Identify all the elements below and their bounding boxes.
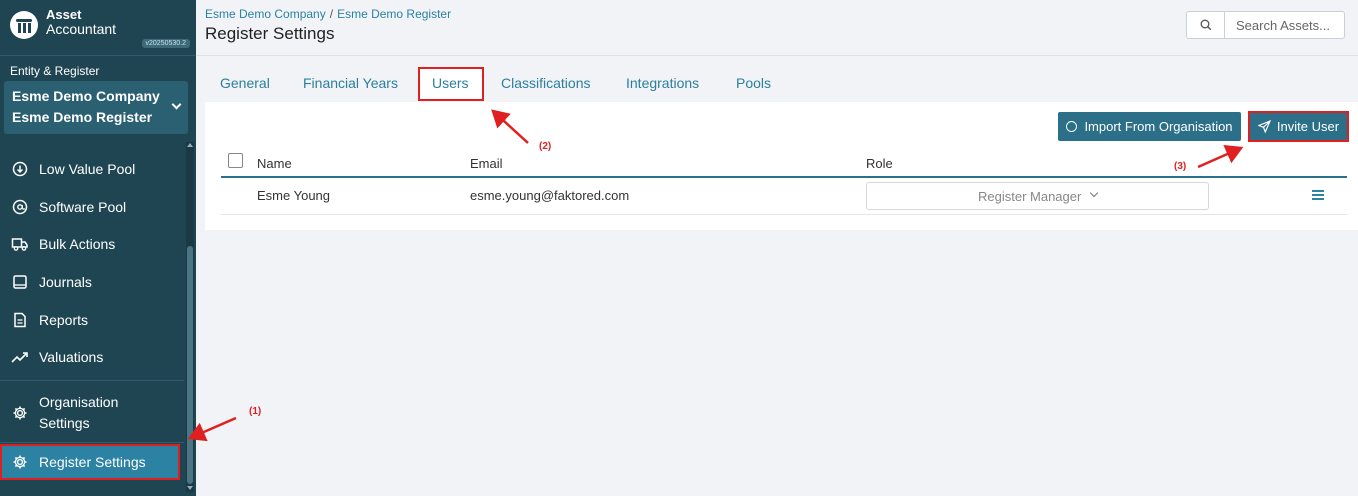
- sidebar-item-valuations[interactable]: Valuations: [0, 339, 184, 375]
- search-icon: [1200, 19, 1211, 31]
- app-title: Asset: [46, 7, 82, 22]
- sidebar-item-label: Valuations: [39, 349, 104, 365]
- breadcrumb-register[interactable]: Esme Demo Register: [337, 7, 451, 21]
- sidebar-item-reports[interactable]: Reports: [0, 302, 184, 338]
- tab-financial-years[interactable]: Financial Years: [303, 75, 398, 91]
- sidebar-item-organisation-settings[interactable]: Organisation Settings: [0, 390, 184, 436]
- user-name: Esme Young: [257, 188, 331, 203]
- circle-at-icon: [10, 197, 30, 217]
- sidebar: Asset Accountant v20250530.2 Entity & Re…: [0, 0, 196, 496]
- app-subtitle: Accountant: [46, 21, 117, 37]
- role-value: Register Manager: [978, 189, 1082, 204]
- sidebar-item-label: Low Value Pool: [39, 161, 136, 177]
- row-menu-icon[interactable]: [1312, 190, 1324, 200]
- tab-users[interactable]: Users: [432, 75, 469, 91]
- sidebar-item-label: Organisation: [39, 394, 119, 410]
- sidebar-item-label: Bulk Actions: [39, 236, 116, 252]
- search-button[interactable]: [1187, 12, 1225, 38]
- role-select[interactable]: Register Manager: [866, 182, 1209, 210]
- sidebar-item-journals[interactable]: Journals: [0, 264, 184, 300]
- entity-register-selector[interactable]: Esme Demo Company Esme Demo Register: [4, 81, 188, 134]
- page-header: Esme Demo Company / Esme Demo Register Reg…: [196, 0, 1358, 56]
- search-box: [1186, 11, 1345, 39]
- tab-classifications[interactable]: Classifications: [501, 75, 590, 91]
- breadcrumb-separator: /: [329, 7, 334, 21]
- entity-company-name: Esme Demo Company: [12, 88, 160, 104]
- select-all-checkbox[interactable]: [228, 153, 243, 168]
- invite-user-button[interactable]: Invite User: [1248, 111, 1349, 142]
- annotation-label-3: (3): [1174, 161, 1187, 172]
- sidebar-item-software-pool[interactable]: Software Pool: [0, 189, 184, 225]
- sidebar-scrollbar-thumb[interactable]: [187, 246, 193, 484]
- circle-arrow-down-icon: [10, 159, 30, 179]
- breadcrumb: Esme Demo Company / Esme Demo Register: [205, 7, 451, 21]
- sidebar-item-label: Software Pool: [39, 199, 127, 215]
- sidebar-item-label: Settings: [39, 415, 90, 431]
- scroll-up-icon[interactable]: [187, 143, 193, 147]
- document-icon: [10, 310, 30, 330]
- truck-icon: [10, 234, 30, 254]
- page-title: Register Settings: [205, 24, 335, 43]
- annotation-label-2: (2): [539, 141, 552, 152]
- sidebar-item-low-value-pool[interactable]: Low Value Pool: [0, 151, 184, 187]
- table-row-divider: [221, 214, 1347, 215]
- column-header-email: Email: [470, 156, 503, 171]
- search-input[interactable]: [1226, 12, 1344, 38]
- entity-register-name: Esme Demo Register: [12, 109, 153, 125]
- chevron-down-icon: [171, 99, 182, 110]
- logo-icon: [10, 11, 38, 39]
- import-from-organisation-button[interactable]: Import From Organisation: [1058, 112, 1241, 141]
- version-badge: v20250530.2: [141, 39, 190, 48]
- trend-up-icon: [10, 347, 30, 367]
- sidebar-item-label: Reports: [39, 312, 89, 328]
- app-logo[interactable]: Asset Accountant v20250530.2: [0, 0, 196, 56]
- sidebar-item-bulk-actions[interactable]: Bulk Actions: [0, 226, 184, 262]
- tab-general[interactable]: General: [220, 75, 270, 91]
- user-email: esme.young@faktored.com: [470, 188, 630, 203]
- column-header-name: Name: [257, 156, 292, 171]
- column-header-role: Role: [866, 156, 893, 171]
- gear-icon: [10, 403, 30, 423]
- sidebar-item-register-settings[interactable]: Register Settings: [0, 444, 180, 480]
- annotation-label-1: (1): [249, 406, 262, 417]
- sidebar-item-label: Journals: [39, 274, 92, 290]
- sidebar-item-label: Register Settings: [39, 454, 146, 470]
- tab-integrations[interactable]: Integrations: [626, 75, 699, 91]
- table-header-divider: [221, 176, 1347, 178]
- journal-icon: [10, 272, 30, 292]
- scroll-down-icon[interactable]: [187, 486, 193, 490]
- tab-pools[interactable]: Pools: [736, 75, 771, 91]
- send-icon: [1257, 120, 1271, 133]
- chevron-down-icon: [1089, 188, 1099, 198]
- gear-icon: [10, 452, 30, 472]
- breadcrumb-company[interactable]: Esme Demo Company: [205, 7, 326, 21]
- entity-register-label: Entity & Register: [10, 64, 100, 78]
- circle-icon: [1066, 121, 1078, 132]
